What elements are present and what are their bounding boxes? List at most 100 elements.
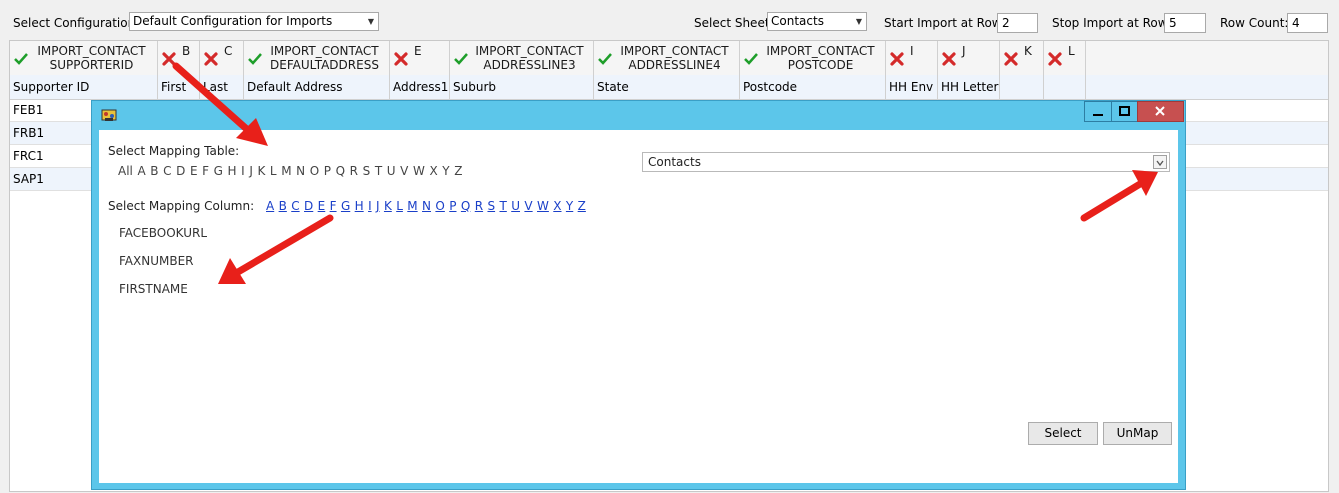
column-header[interactable]: E	[390, 41, 450, 75]
chevron-down-icon	[1153, 155, 1167, 169]
table-letter[interactable]: G	[214, 164, 223, 178]
list-item[interactable]: FIRSTNAME	[119, 282, 188, 296]
column-letter-link[interactable]: N	[422, 199, 431, 213]
column-letter-link[interactable]: Z	[578, 199, 586, 213]
column-letter-link[interactable]: H	[355, 199, 364, 213]
column-header[interactable]: IMPORT_CONTACT ADDRESSLINE4	[594, 41, 740, 75]
column-mapping-name: IMPORT_CONTACT ADDRESSLINE3	[475, 44, 584, 72]
column-letter-link[interactable]: E	[318, 199, 326, 213]
column-letter-link[interactable]: B	[279, 199, 287, 213]
mapping-table-value: Contacts	[648, 155, 701, 169]
select-button[interactable]: Select	[1028, 422, 1098, 445]
table-letter[interactable]: L	[270, 164, 277, 178]
column-letter-link[interactable]: D	[304, 199, 313, 213]
column-header[interactable]: IMPORT_CONTACT ADDRESSLINE3	[450, 41, 594, 75]
sheet-select[interactable]: Contacts ▼	[767, 12, 867, 31]
table-letter[interactable]: F	[202, 164, 209, 178]
column-letter-link[interactable]: Q	[461, 199, 470, 213]
start-row-input[interactable]: 2	[997, 13, 1038, 33]
table-letter[interactable]: V	[400, 164, 408, 178]
column-letter-link[interactable]: L	[396, 199, 403, 213]
minimize-icon	[1093, 114, 1103, 116]
column-letter-link[interactable]: C	[291, 199, 299, 213]
unmap-button[interactable]: UnMap	[1103, 422, 1172, 445]
table-letter[interactable]: C	[163, 164, 171, 178]
column-header[interactable]: J	[938, 41, 1000, 75]
row-count-input[interactable]: 4	[1287, 13, 1328, 33]
grid-subheader: Supporter ID First Last Default Address Addr…	[10, 75, 1328, 100]
table-letter[interactable]: H	[228, 164, 237, 178]
table-letter[interactable]: I	[241, 164, 245, 178]
chevron-down-icon: ▼	[855, 17, 862, 26]
table-letter[interactable]: U	[387, 164, 396, 178]
column-header[interactable]: IMPORT_CONTACT POSTCODE	[740, 41, 886, 75]
table-letter[interactable]: O	[310, 164, 319, 178]
stop-row-input[interactable]: 5	[1164, 13, 1206, 33]
table-letter[interactable]: M	[281, 164, 291, 178]
column-letter-link[interactable]: W	[537, 199, 549, 213]
column-letter-link[interactable]: P	[449, 199, 456, 213]
column-letter: J	[962, 44, 966, 58]
column-letter-link[interactable]: X	[553, 199, 561, 213]
table-letter[interactable]: D	[176, 164, 185, 178]
column-letter-link[interactable]: T	[499, 199, 506, 213]
table-letter[interactable]: All	[118, 164, 133, 178]
column-letter-filter: ABCDEFGHIJKLMNOPQRSTUVWXYZ	[266, 199, 590, 213]
table-letter[interactable]: X	[429, 164, 437, 178]
table-letter[interactable]: A	[137, 164, 145, 178]
column-header[interactable]: L	[1044, 41, 1086, 75]
column-letter-link[interactable]: S	[487, 199, 495, 213]
table-letter[interactable]: B	[150, 164, 158, 178]
table-letter[interactable]: S	[363, 164, 371, 178]
column-source-name: HH Env	[886, 75, 938, 99]
column-letter: B	[182, 44, 191, 58]
table-letter[interactable]: T	[375, 164, 382, 178]
column-letter-link[interactable]: K	[384, 199, 392, 213]
column-source-name: Suburb	[450, 75, 594, 99]
table-letter[interactable]: Z	[454, 164, 462, 178]
column-letter-link[interactable]: U	[511, 199, 520, 213]
list-item[interactable]: FAXNUMBER	[119, 254, 194, 268]
table-letter[interactable]: Y	[442, 164, 449, 178]
column-header[interactable]: B	[158, 41, 200, 75]
column-letter-link[interactable]: I	[368, 199, 372, 213]
table-letter[interactable]: J	[249, 164, 253, 178]
column-letter-link[interactable]: M	[407, 199, 417, 213]
column-header[interactable]: IMPORT_CONTACT DEFAULTADDRESS	[244, 41, 390, 75]
minimize-button[interactable]	[1084, 101, 1112, 122]
column-header[interactable]: C	[200, 41, 244, 75]
start-row-label: Start Import at Row:	[884, 16, 1005, 30]
column-header[interactable]: I	[886, 41, 938, 75]
column-letter-link[interactable]: O	[435, 199, 444, 213]
column-letter-link[interactable]: R	[475, 199, 483, 213]
list-item[interactable]: FACEBOOKURL	[119, 226, 207, 240]
table-letter[interactable]: R	[350, 164, 358, 178]
column-letter-link[interactable]: A	[266, 199, 274, 213]
dialog-titlebar[interactable]	[92, 101, 1185, 129]
mapping-table-select[interactable]: Contacts	[642, 152, 1170, 172]
column-mapping-name: IMPORT_CONTACT DEFAULTADDRESS	[270, 44, 379, 72]
table-letter[interactable]: K	[257, 164, 265, 178]
column-letter-link[interactable]: G	[341, 199, 350, 213]
column-letter-link[interactable]: Y	[566, 199, 573, 213]
column-source-name: Last	[200, 75, 244, 99]
table-letter[interactable]: W	[413, 164, 425, 178]
column-header[interactable]: IMPORT_CONTACT SUPPORTERID	[10, 41, 158, 75]
column-header[interactable]: K	[1000, 41, 1044, 75]
column-letter-link[interactable]: V	[524, 199, 532, 213]
check-icon	[744, 53, 758, 65]
table-letter[interactable]: E	[190, 164, 198, 178]
x-icon	[162, 52, 176, 66]
close-button[interactable]	[1137, 101, 1184, 122]
config-select[interactable]: Default Configuration for Imports ▼	[129, 12, 379, 31]
check-icon	[14, 53, 28, 65]
table-letter[interactable]: Q	[336, 164, 345, 178]
table-letter[interactable]: N	[296, 164, 305, 178]
table-letter[interactable]: P	[324, 164, 331, 178]
mapping-dialog: Select Mapping Table: All A B C D E F G H I J K L M N O…	[91, 100, 1186, 490]
column-source-name: HH Letter	[938, 75, 1000, 99]
column-letter-link[interactable]: J	[376, 199, 380, 213]
column-letter: L	[1068, 44, 1075, 58]
column-letter-link[interactable]: F	[330, 199, 337, 213]
maximize-button[interactable]	[1111, 101, 1138, 122]
